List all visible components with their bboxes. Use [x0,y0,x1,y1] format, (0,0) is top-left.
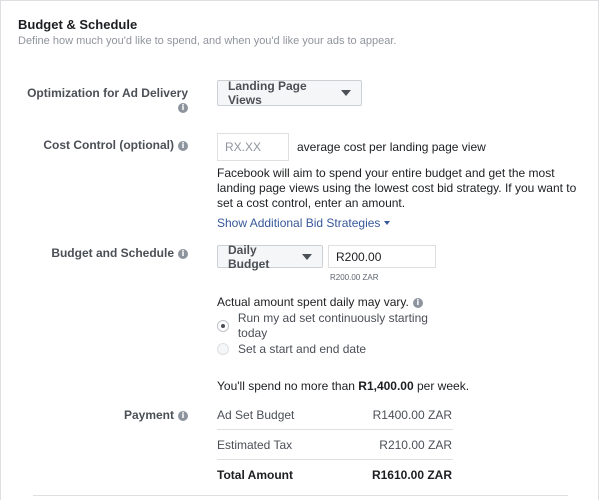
optimization-label: Optimization for Ad Delivery i [18,86,188,114]
caret-down-icon [302,253,312,260]
radio-start-end-date[interactable]: Set a start and end date [217,341,457,357]
footer-divider [33,495,568,496]
show-bid-strategies-link[interactable]: Show Additional Bid Strategies [217,216,391,230]
payment-row-value: R210.00 ZAR [379,438,452,452]
show-bid-strategies-text: Show Additional Bid Strategies [217,216,381,230]
weekly-spend-prefix: You'll spend no more than [217,379,359,393]
budget-type-dropdown[interactable]: Daily Budget [217,242,323,271]
cost-control-suffix: average cost per landing page view [297,140,486,154]
radio-button[interactable] [217,320,229,332]
budget-type-value: Daily Budget [228,242,270,271]
divider [217,459,453,460]
payment-label: Payment i [18,408,188,422]
radio-run-continuously[interactable]: Run my ad set continuously starting toda… [217,311,457,340]
info-icon[interactable]: i [178,249,188,259]
budget-schedule-label-text: Budget and Schedule [51,246,174,260]
budget-amount-input[interactable]: R200.00 [328,245,436,268]
section-title: Budget & Schedule [18,17,138,32]
payment-label-text: Payment [123,408,174,422]
payment-total-name: Total Amount [217,468,293,482]
radio-button[interactable] [217,343,229,355]
optimization-label-text: Optimization for Ad Delivery [27,86,188,100]
optimization-dropdown-value: Landing Page Views [228,79,307,107]
optimization-dropdown[interactable]: Landing Page Views [217,79,362,107]
cost-control-help: Facebook will aim to spend your entire b… [217,166,577,210]
info-icon[interactable]: i [178,141,188,151]
daily-vary-note: Actual amount spent daily may vary. i [217,295,423,310]
payment-row-name: Ad Set Budget [217,408,295,422]
budget-schedule-label: Budget and Schedule i [18,246,188,260]
weekly-spend-amount: R1,400.00 [358,379,414,393]
payment-total-value: R1610.00 ZAR [371,468,452,482]
budget-amount-value: R200.00 [336,249,382,264]
info-icon[interactable]: i [412,298,423,308]
info-icon[interactable]: i [178,103,188,113]
divider [217,429,453,430]
caret-down-icon [341,90,351,96]
cost-control-placeholder: RX.XX [225,140,262,154]
caret-down-icon [384,221,391,225]
cost-control-label-text: Cost Control (optional) [43,138,174,152]
cost-control-label: Cost Control (optional) i [18,138,188,152]
radio-label: Set a start and end date [238,341,367,356]
payment-row-value: R1400.00 ZAR [372,408,452,422]
radio-label: Run my ad set continuously starting toda… [237,311,428,340]
info-icon[interactable]: i [178,411,188,421]
cost-control-input[interactable]: RX.XX [217,133,289,161]
payment-row-name: Estimated Tax [217,438,293,452]
weekly-spend-text: You'll spend no more than R1,400.00 per … [217,379,469,394]
weekly-spend-suffix: per week. [413,379,470,393]
daily-vary-note-text: Actual amount spent daily may vary. [217,295,409,309]
budget-amount-hint: R200.00 ZAR [330,273,379,282]
section-subtitle: Define how much you'd like to spend, and… [18,35,397,47]
budget-schedule-panel: Budget & Schedule Define how much you'd … [0,0,599,500]
